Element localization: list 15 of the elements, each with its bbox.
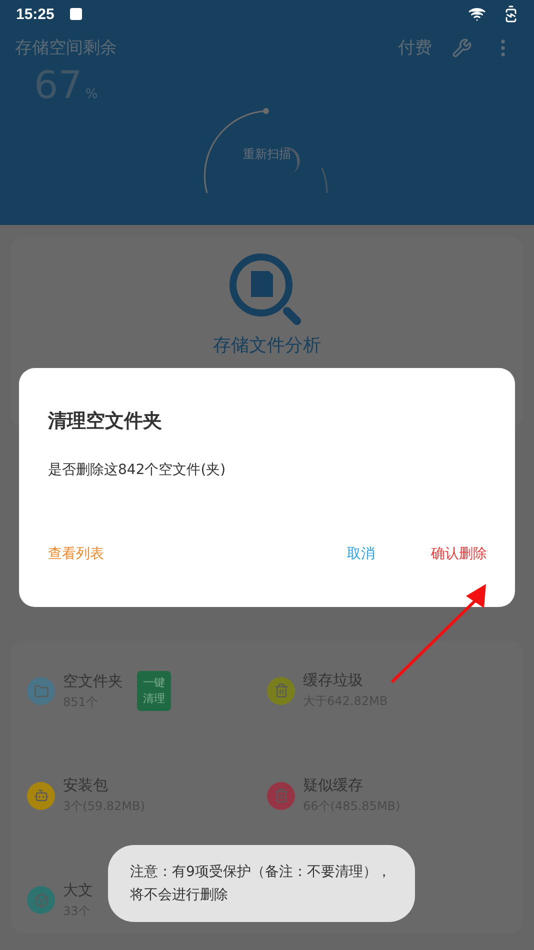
dialog-button[interactable]: 查看列表 bbox=[48, 545, 104, 563]
dialog-button[interactable]: 取消 bbox=[347, 545, 375, 563]
clean-button[interactable]: 一键清理 bbox=[137, 671, 171, 711]
status-time: 15:25 bbox=[16, 6, 54, 22]
wifi-icon bbox=[468, 5, 486, 23]
analysis-label: 存储文件分析 bbox=[213, 334, 321, 357]
storage-title: 存储空间剩余 bbox=[15, 37, 117, 59]
toast-message: 注意：有9项受保护（备注：不要清理），将不会进行删除 bbox=[130, 864, 391, 903]
tools-icon[interactable] bbox=[452, 38, 472, 58]
pay-button[interactable]: 付费 bbox=[398, 36, 432, 59]
dialog-button[interactable]: 确认删除 bbox=[431, 545, 487, 563]
notification-icon bbox=[70, 8, 82, 20]
dialog-message: 是否删除这842个空文件(夹) bbox=[48, 461, 227, 479]
percent-unit: % bbox=[85, 87, 98, 102]
rescan-button[interactable]: 重新扫描 bbox=[243, 146, 291, 163]
